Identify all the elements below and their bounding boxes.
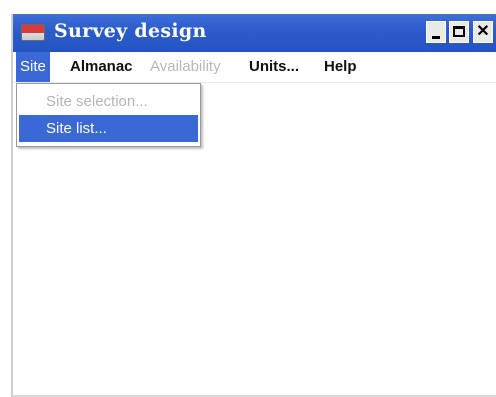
minimize-icon: [432, 36, 440, 39]
maximize-button[interactable]: [449, 21, 469, 43]
minimize-button[interactable]: [426, 21, 446, 43]
menu-item-site-selection: Site selection...: [46, 93, 148, 110]
menu-help[interactable]: Help: [320, 52, 361, 82]
title-bar[interactable]: Survey design ✕: [13, 14, 496, 52]
site-menu-dropdown: Site selection... Site list...: [16, 83, 201, 147]
close-icon: ✕: [476, 23, 490, 40]
menu-site[interactable]: Site: [16, 52, 50, 82]
menu-units[interactable]: Units...: [245, 52, 303, 82]
menu-item-site-list[interactable]: Site list...: [19, 115, 198, 142]
maximize-icon: [453, 26, 465, 37]
app-window: Survey design ✕ Site Almanac Availabilit…: [11, 14, 496, 397]
menu-bar: Site Almanac Availability Units... Help: [13, 52, 496, 83]
app-icon[interactable]: [21, 24, 45, 41]
menu-availability: Availability: [150, 58, 221, 75]
close-button[interactable]: ✕: [473, 21, 493, 43]
menu-almanac[interactable]: Almanac: [66, 52, 137, 82]
window-title: Survey design: [54, 20, 207, 42]
